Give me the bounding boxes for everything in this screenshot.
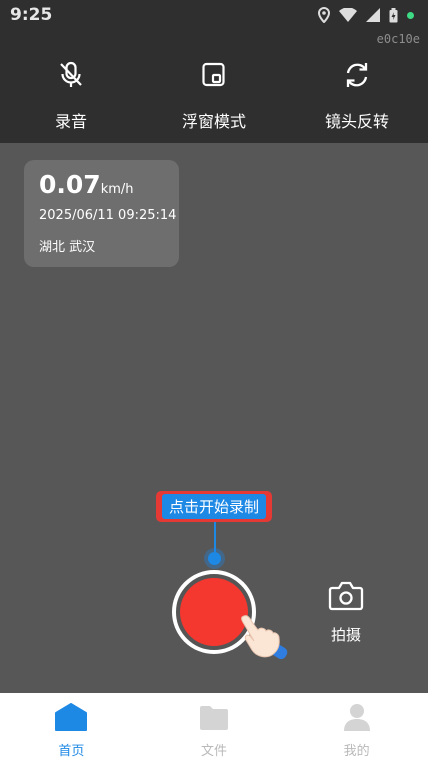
- tooltip-connector: [214, 522, 216, 552]
- speed-unit: km/h: [100, 182, 134, 197]
- camera-flip-icon: [346, 63, 368, 87]
- wifi-icon: [339, 8, 357, 22]
- status-bar: 9:25: [0, 0, 428, 30]
- nav-label: 首页: [58, 744, 85, 759]
- camera-icon: [328, 581, 364, 611]
- nav-label: 我的: [343, 744, 370, 759]
- nav-item-profile[interactable]: 我的: [285, 693, 428, 761]
- location: 湖北 武汉: [39, 240, 96, 255]
- nav-item-files[interactable]: 文件: [143, 693, 286, 761]
- location-icon: [318, 7, 330, 23]
- floating-window-icon: [202, 62, 225, 87]
- pointing-hand-icon: [241, 615, 288, 660]
- capture-label: 拍摄: [330, 626, 361, 644]
- mic-off-icon: [60, 61, 82, 87]
- profile-icon: [343, 704, 370, 731]
- top-panel: 9:25 e0c10e 录音 浮窗模式 镜头反转: [0, 0, 428, 143]
- dashcam-info-card: 0.07km/h 2025/06/11 09:25:14 湖北 武汉: [24, 160, 179, 267]
- battery-icon: [389, 7, 398, 22]
- toolbar-floating-window[interactable]: 浮窗模式: [154, 60, 274, 132]
- speed-readout: 0.07km/h: [39, 170, 134, 199]
- build-tag: e0c10e: [376, 32, 420, 46]
- tooltip-anchor-dot: [208, 552, 221, 565]
- folder-icon: [200, 706, 228, 730]
- toolbar-label: 浮窗模式: [181, 112, 246, 131]
- privacy-indicator-dot: [407, 11, 414, 19]
- start-recording-tooltip: 点击开始录制: [156, 491, 272, 522]
- nav-item-home[interactable]: 首页: [0, 693, 143, 761]
- nav-label: 文件: [201, 744, 228, 759]
- toolbar-camera-flip[interactable]: 镜头反转: [297, 60, 417, 132]
- datetime: 2025/06/11 09:25:14: [39, 208, 177, 223]
- status-time: 9:25: [10, 5, 53, 25]
- capture-photo-button[interactable]: 拍摄: [322, 580, 370, 645]
- toolbar-record-audio[interactable]: 录音: [11, 60, 131, 132]
- bottom-nav: 首页 文件 我的: [0, 693, 428, 761]
- toolbar-label: 录音: [54, 112, 87, 131]
- toolbar-label: 镜头反转: [324, 112, 389, 131]
- signal-icon: [366, 8, 380, 22]
- speed-value: 0.07: [39, 170, 101, 199]
- status-icons: [318, 7, 414, 23]
- tooltip-text: 点击开始录制: [161, 494, 266, 519]
- home-icon: [55, 703, 88, 731]
